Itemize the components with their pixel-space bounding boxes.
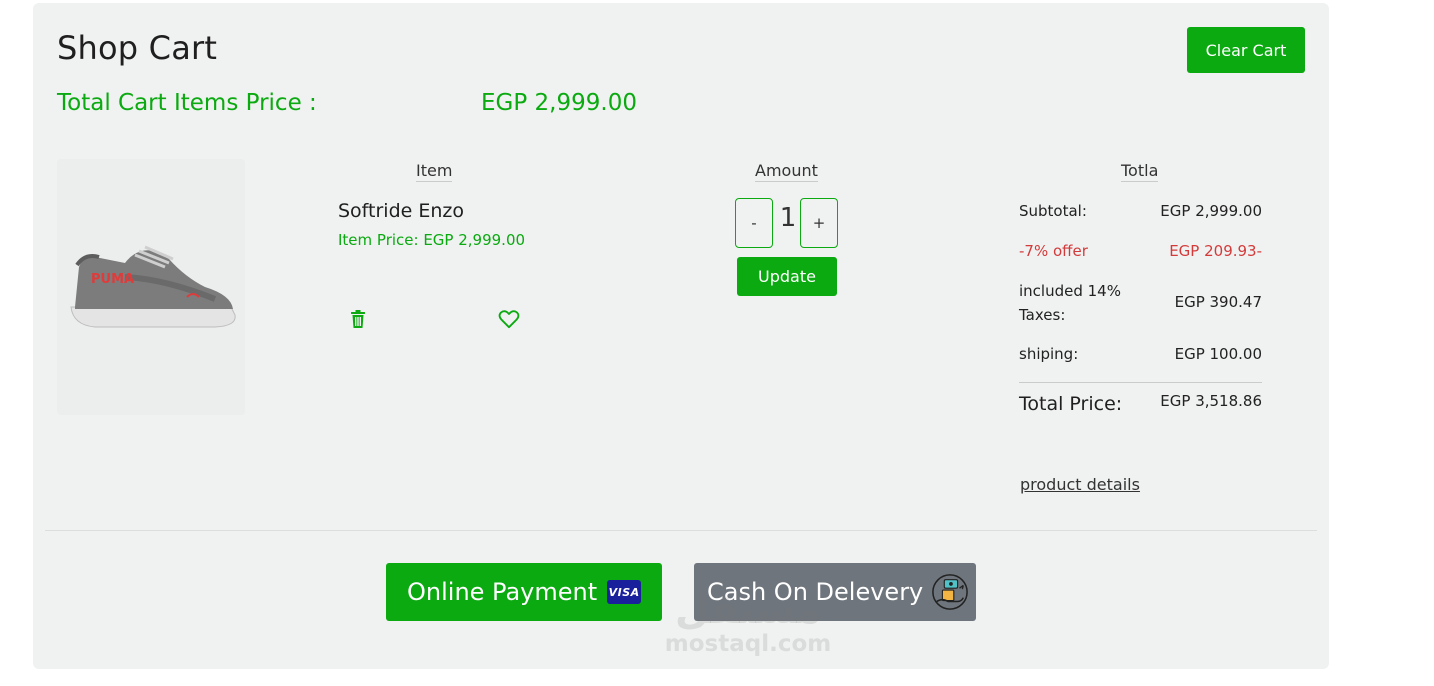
clear-cart-button[interactable]: Clear Cart (1187, 27, 1305, 73)
delete-item-button[interactable] (345, 306, 371, 332)
summary-divider (1019, 382, 1262, 383)
product-image: PUMA (57, 159, 245, 415)
offer-label: -7% offer (1019, 242, 1088, 260)
trash-icon (351, 310, 365, 328)
sneaker-image-icon: PUMA (70, 245, 236, 328)
add-to-wishlist-button[interactable] (496, 306, 522, 332)
shipping-label: shiping: (1019, 345, 1079, 363)
quantity-increment-button[interactable]: + (800, 198, 838, 248)
total-price-value: EGP 3,518.86 (1160, 392, 1262, 410)
offer-value: EGP 209.93- (1169, 242, 1262, 260)
watermark-latin-text: mostaql.com (664, 631, 832, 657)
taxes-value: EGP 390.47 (1174, 293, 1262, 311)
product-item-price: Item Price: EGP 2,999.00 (338, 231, 526, 249)
heart-icon (498, 310, 520, 329)
quantity-value[interactable]: 1 (775, 203, 801, 233)
visa-icon: VISA (607, 580, 642, 604)
column-header-amount: Amount (755, 161, 818, 182)
subtotal-value: EGP 2,999.00 (1160, 202, 1262, 220)
online-payment-label: Online Payment (407, 578, 598, 606)
subtotal-label: Subtotal: (1019, 202, 1087, 220)
section-divider (45, 530, 1317, 531)
cart-panel: Shop Cart Clear Cart Total Cart Items Pr… (33, 3, 1329, 669)
cash-delivery-icon (932, 574, 969, 610)
page-title: Shop Cart (57, 29, 218, 67)
taxes-label: included 14% Taxes: (1019, 282, 1121, 324)
update-quantity-button[interactable]: Update (737, 257, 837, 296)
cash-on-delivery-label: Cash On Delevery (707, 578, 924, 606)
quantity-decrement-button[interactable]: - (735, 198, 773, 248)
total-items-label: Total Cart Items Price : (57, 90, 317, 116)
total-items-value: EGP 2,999.00 (481, 90, 637, 116)
product-name: Softride Enzo (338, 200, 465, 222)
total-price-label: Total Price: (1019, 393, 1123, 415)
cash-on-delivery-button[interactable]: Cash On Delevery (694, 563, 976, 621)
column-header-total: Totla (1121, 161, 1159, 182)
svg-text:PUMA: PUMA (91, 272, 134, 287)
column-header-item: Item (416, 161, 453, 182)
online-payment-button[interactable]: Online Payment VISA (386, 563, 662, 621)
shipping-value: EGP 100.00 (1174, 345, 1262, 363)
product-details-link[interactable]: product details (1020, 475, 1140, 494)
